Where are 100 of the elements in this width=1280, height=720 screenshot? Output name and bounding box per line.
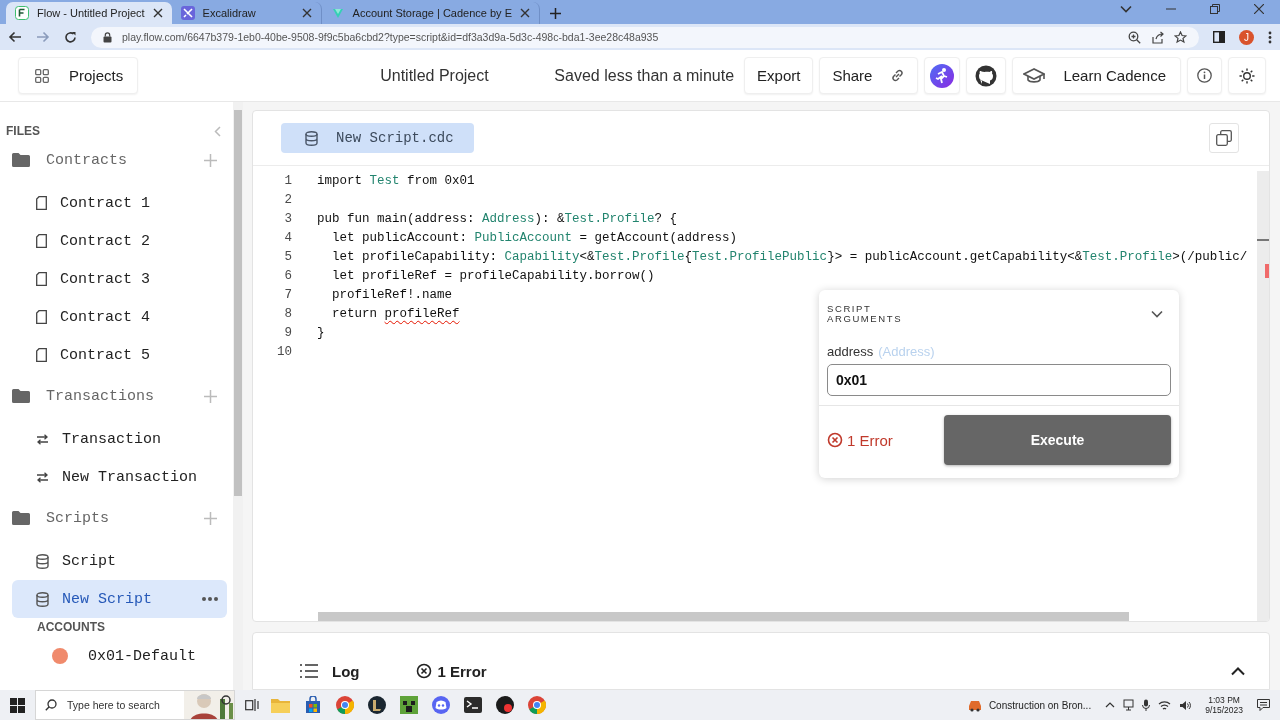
section-title[interactable]: Scripts (46, 509, 204, 527)
panel-tab[interactable]: Log (300, 662, 360, 680)
file-item[interactable]: Contract 5 (12, 336, 227, 374)
wifi-icon[interactable] (1158, 699, 1172, 711)
line-number: 10 (276, 344, 292, 359)
copy-button[interactable] (1209, 123, 1239, 153)
execute-button[interactable]: Execute (944, 415, 1171, 465)
chevron-up-icon[interactable] (1231, 666, 1245, 676)
line-number: 2 (283, 192, 292, 207)
browser-icon[interactable] (336, 696, 354, 714)
clock-time[interactable]: 1:03 PM (1208, 695, 1240, 705)
star-icon[interactable] (1174, 30, 1187, 44)
address-input[interactable]: 0x01 (827, 364, 1171, 396)
code-line: let profileRef = profileCapability.borrow() (331, 268, 655, 283)
save-status: Saved less than a minute (554, 66, 735, 85)
zoom-icon[interactable] (1128, 30, 1141, 44)
browser-icon[interactable] (528, 696, 546, 714)
panel-tab[interactable]: 1 Error (415, 662, 487, 680)
close-icon[interactable] (301, 8, 312, 18)
chevron-down-icon[interactable] (1151, 310, 1163, 318)
line-number: 3 (283, 211, 292, 226)
back-icon[interactable] (8, 31, 22, 43)
share-icon[interactable] (1151, 30, 1164, 44)
code-line: profileRef!.name (331, 287, 453, 302)
file-item[interactable]: New Transaction (12, 458, 227, 496)
sun-icon (1239, 67, 1255, 84)
network-icon[interactable] (1123, 699, 1135, 711)
file-item[interactable]: Contract 3 (12, 260, 227, 298)
car-icon (966, 698, 983, 712)
logo-button[interactable] (924, 57, 961, 94)
section-title[interactable]: Transactions (46, 387, 204, 405)
type-hint: (Address) (878, 344, 935, 359)
notifications-icon[interactable] (1257, 699, 1270, 711)
accounts-label: ACCOUNTS (37, 620, 105, 634)
restore-icon[interactable] (1210, 4, 1220, 14)
app-icon[interactable] (496, 696, 514, 714)
projects-button[interactable]: Projects (18, 57, 139, 94)
close-icon[interactable] (520, 8, 530, 18)
swap-arrows-icon (36, 471, 49, 483)
copy-icon (1216, 130, 1232, 146)
emblem-icon[interactable] (368, 696, 386, 714)
database-icon (36, 553, 49, 569)
avatar-icon (52, 648, 68, 664)
file-item[interactable]: Contract 2 (12, 222, 227, 260)
volume-icon[interactable] (1179, 699, 1192, 711)
block-icon[interactable] (400, 696, 418, 714)
file-item[interactable]: Transaction (12, 420, 227, 458)
line-number: 4 (283, 230, 292, 245)
code-line: } (317, 325, 325, 340)
task-view-icon[interactable] (245, 698, 259, 712)
profile-avatar[interactable]: J (1239, 29, 1254, 45)
chevron-down-icon[interactable] (1120, 5, 1132, 13)
theme-toggle-button[interactable] (1228, 57, 1266, 94)
browser-tab[interactable]: Flow - Untitled Project (6, 2, 172, 24)
file-tab[interactable]: New Script.cdc (281, 123, 474, 153)
share-button[interactable]: Share (819, 57, 919, 94)
scrollbar[interactable] (1257, 171, 1269, 621)
error-icon (415, 663, 432, 679)
section-title[interactable]: Contracts (46, 151, 204, 169)
file-icon (36, 348, 47, 362)
runner-logo-icon (930, 63, 955, 88)
github-button[interactable] (966, 57, 1007, 94)
file-item[interactable]: Contract 4 (12, 298, 227, 336)
address-bar[interactable]: play.flow.com/6647b379-1eb0-40be-9508-9f9c5ba6cbd2?type=script&id=df3a3d9a-5d3c-498c-bda1-3ee28c48a935 (91, 26, 1199, 48)
file-icon (36, 272, 47, 286)
microphone-icon[interactable] (1142, 699, 1151, 711)
clock-date[interactable]: 9/15/2023 (1205, 705, 1243, 715)
info-button[interactable] (1187, 57, 1222, 94)
export-button[interactable]: Export (744, 57, 814, 94)
more-icon[interactable] (202, 597, 218, 601)
close-icon[interactable] (1254, 4, 1264, 14)
side-panel-icon[interactable] (1213, 31, 1225, 43)
line-number: 8 (283, 306, 292, 321)
code-line: return profileRef (331, 306, 460, 321)
file-item[interactable]: Script (12, 542, 227, 580)
chat-icon[interactable] (432, 696, 450, 714)
account-name[interactable]: 0x01-Default (88, 647, 197, 665)
reload-icon[interactable] (64, 30, 77, 44)
learn-cadence-button[interactable]: Learn Cadence (1012, 57, 1181, 94)
lock-icon (103, 31, 112, 43)
scrollbar[interactable] (318, 612, 1129, 621)
info-icon (1197, 68, 1212, 83)
windows-logo-icon[interactable] (10, 697, 25, 713)
folder-icon (12, 511, 30, 525)
swap-arrows-icon (36, 433, 49, 445)
terminal-icon[interactable] (464, 697, 482, 713)
store-icon[interactable] (304, 696, 322, 714)
file-item[interactable]: New Script (12, 580, 227, 618)
new-tab-icon[interactable] (550, 8, 561, 19)
kebab-menu-icon[interactable] (1268, 30, 1272, 44)
favicon-icon (330, 6, 345, 20)
file-item[interactable]: Contract 1 (12, 184, 227, 222)
scrollbar[interactable] (233, 102, 243, 690)
cat-icon (975, 64, 998, 87)
chevron-up-icon[interactable] (1105, 702, 1116, 708)
files-label: FILES (6, 124, 40, 138)
graduation-cap-icon (1023, 67, 1046, 84)
search-field[interactable]: Type here to search (35, 690, 235, 720)
close-icon[interactable] (152, 8, 163, 18)
folder-icon (12, 389, 30, 403)
